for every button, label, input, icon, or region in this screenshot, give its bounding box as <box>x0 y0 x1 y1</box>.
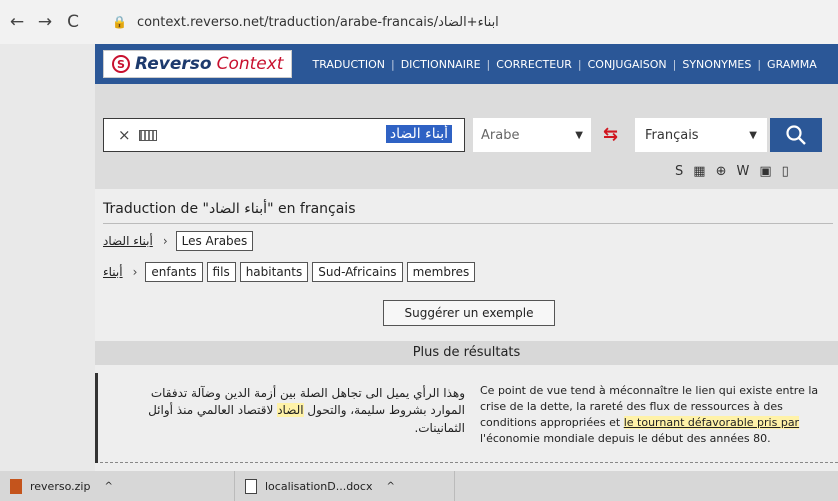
reverso-logo[interactable]: S Reverso Context <box>103 50 293 78</box>
nav-dictionnaire[interactable]: DICTIONNAIRE <box>395 58 487 71</box>
clear-icon[interactable]: × <box>118 126 131 144</box>
reverso-logo-icon: S <box>112 55 130 73</box>
source-language-select[interactable]: Arabe ▼ <box>473 118 591 152</box>
french-highlight[interactable]: le tournant défavorable pris par <box>623 415 800 429</box>
example-marker <box>95 373 98 463</box>
reverso-dict-icon[interactable]: S <box>675 164 683 179</box>
translation-row: أبناء › enfants fils habitants Sud-Afric… <box>103 262 479 282</box>
grid-icon[interactable]: ▦ <box>693 164 705 179</box>
swap-languages-icon[interactable]: ⇆ <box>603 124 618 145</box>
image-icon[interactable]: ▣ <box>759 164 771 179</box>
translation-tag[interactable]: membres <box>406 262 476 282</box>
lock-icon: 🔒 <box>112 15 127 29</box>
source-term[interactable]: أبناء الضاد <box>103 234 153 248</box>
arabic-highlight: الضاد <box>277 403 304 418</box>
search-input[interactable]: × أبناء الضاد <box>103 118 465 152</box>
results-section: Traduction de "أبناء الضاد" en français … <box>95 189 838 471</box>
source-language-label: Arabe <box>481 127 520 143</box>
wikipedia-icon[interactable]: W <box>736 164 749 179</box>
results-title: Traduction de "أبناء الضاد" en français <box>103 201 356 217</box>
download-item[interactable]: localisationD...docx ^ <box>235 471 455 501</box>
nav-conjugaison[interactable]: CONJUGAISON <box>582 58 673 71</box>
divider <box>103 223 833 224</box>
translation-tag[interactable]: fils <box>206 262 236 282</box>
reload-icon[interactable]: C <box>62 12 84 32</box>
target-language-label: Français <box>645 127 699 143</box>
suggest-example-button[interactable]: Suggérer un exemple <box>383 300 555 326</box>
translation-row: أبناء الضاد › Les Arabes <box>103 231 257 251</box>
main-nav: TRADUCTION | DICTIONNAIRE | CORRECTEUR | CO… <box>306 58 822 71</box>
example-pair: وهذا الرأي يميل الى تجاهل الصلة بين أزمة… <box>95 373 838 463</box>
address-bar[interactable]: context.reverso.net/traduction/arabe-fra… <box>137 15 499 30</box>
forward-arrow-icon[interactable]: → <box>34 12 56 32</box>
document-icon <box>245 478 257 494</box>
nav-correcteur[interactable]: CORRECTEUR <box>490 58 578 71</box>
search-icon <box>786 125 806 145</box>
download-filename: reverso.zip <box>30 479 91 493</box>
keyboard-icon[interactable] <box>138 129 157 141</box>
chevron-up-icon[interactable]: ^ <box>104 481 112 492</box>
translation-tag[interactable]: habitants <box>239 262 309 282</box>
site-header: S Reverso Context TRADUCTION | DICTIONNAI… <box>95 44 838 84</box>
more-results-bar[interactable]: Plus de résultats <box>95 341 838 365</box>
example-french: Ce point de vue tend à méconnaître le li… <box>480 384 819 445</box>
book-icon[interactable]: ▯ <box>782 164 789 179</box>
dictionary-icons: S ▦ ⊕ W ▣ ▯ <box>675 164 789 179</box>
chevron-down-icon: ▼ <box>749 129 757 141</box>
nav-synonymes[interactable]: SYNONYMES <box>676 58 757 71</box>
download-item[interactable]: reverso.zip ^ <box>0 471 235 501</box>
chevron-down-icon: ▼ <box>575 129 583 141</box>
downloads-bar: reverso.zip ^ localisationD...docx ^ <box>0 471 838 501</box>
globe-icon[interactable]: ⊕ <box>716 164 727 179</box>
chevron-right-icon: › <box>162 234 168 248</box>
zip-file-icon <box>10 478 22 494</box>
download-filename: localisationD...docx <box>265 479 373 493</box>
back-arrow-icon[interactable]: ← <box>6 12 28 32</box>
chevron-up-icon[interactable]: ^ <box>386 481 394 492</box>
nav-traduction[interactable]: TRADUCTION <box>306 58 391 71</box>
target-language-select[interactable]: Français ▼ <box>635 118 767 152</box>
search-area: × أبناء الضاد Arabe ▼ ⇆ Français ▼ S ▦ ⊕… <box>95 84 838 189</box>
translation-tag[interactable]: enfants <box>145 262 203 282</box>
source-term[interactable]: أبناء <box>103 265 123 279</box>
translation-tag[interactable]: Les Arabes <box>175 231 254 251</box>
browser-toolbar: ← → C 🔒 context.reverso.net/traduction/a… <box>0 0 838 44</box>
example-arabic: وهذا الرأي يميل الى تجاهل الصلة بين أزمة… <box>148 386 465 435</box>
nav-grammaire[interactable]: GRAMMA <box>761 58 823 71</box>
search-query[interactable]: أبناء الضاد <box>385 125 452 143</box>
translation-tag[interactable]: Sud-Africains <box>312 262 403 282</box>
chevron-right-icon: › <box>132 265 138 279</box>
search-button[interactable] <box>770 118 822 152</box>
